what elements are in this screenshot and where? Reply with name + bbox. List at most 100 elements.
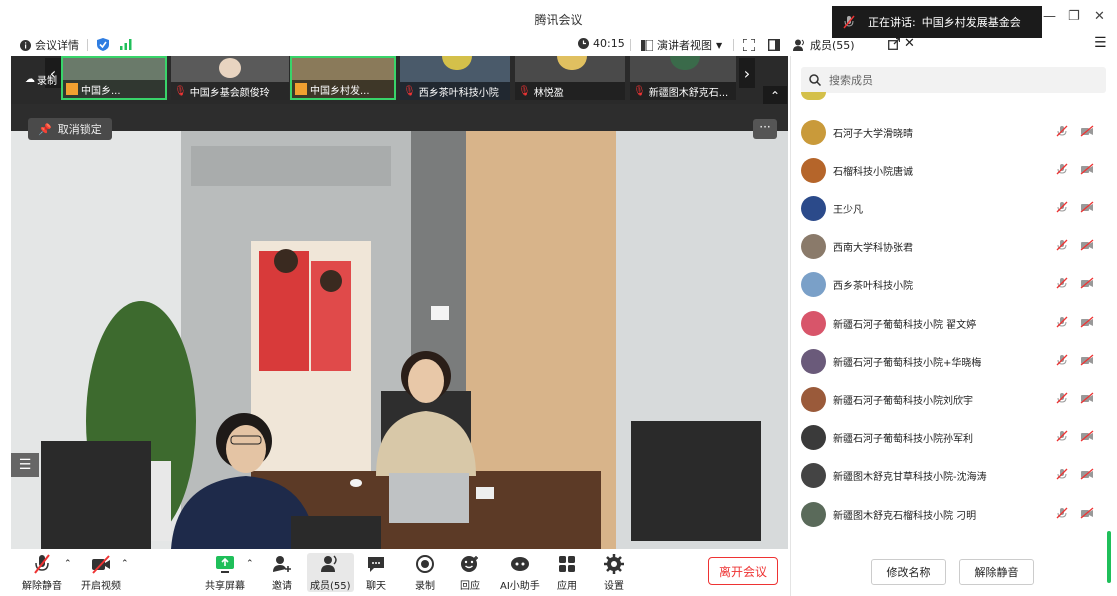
info-icon [20,39,31,51]
video-off-icon[interactable] [1080,430,1094,445]
thumbnail-label: 中国乡基会颜俊玲 [189,87,270,99]
unmute-button[interactable]: 解除静音 [22,553,62,592]
share-label: 共享屏幕 [205,581,245,592]
thumbnail[interactable]: 🎙 西乡茶叶科技小院 [400,56,510,100]
muted-mic-icon[interactable] [1056,354,1068,369]
chevron-up-icon[interactable]: ⌃ [121,559,129,569]
member-list: 石河子大学滑晓晴 石榴科技小院唐诚 王少凡 西南大学科协张君 西乡茶叶科技小院 新疆石河子… [791,92,1117,546]
member-row[interactable]: 新疆石河子葡萄科技小院 翟文婷 [791,304,1111,342]
apps-button[interactable]: 应用 [556,553,578,592]
sidebar-toggle-icon[interactable] [768,39,780,51]
video-off-icon[interactable] [1080,354,1094,369]
chevron-up-icon[interactable]: ⌃ [64,559,72,569]
unlock-button[interactable]: 📌 取消锁定 [28,118,112,140]
video-off-icon[interactable] [1080,316,1094,331]
members-icon [793,39,804,51]
video-top-bar [11,104,788,131]
close-icon[interactable]: ✕ [1094,9,1105,24]
muted-mic-icon[interactable] [1056,163,1068,178]
more-options-button[interactable]: ··· [753,119,777,139]
view-switch-button[interactable]: 演讲者视图 ▼ [641,37,722,53]
member-row[interactable]: 新疆石河子葡萄科技小院+华晓梅 [791,342,1111,380]
reactions-button[interactable]: 回应 [459,553,481,592]
thumbnail[interactable]: 🎙 中国乡基会颜俊玲 [171,56,289,100]
muted-mic-icon[interactable] [1056,316,1068,331]
divider [733,39,734,51]
signal-strength-icon[interactable] [120,39,132,50]
record-button[interactable]: 录制 [414,553,436,592]
list-toggle-icon[interactable]: ☰ [11,453,39,477]
thumbs-next-icon[interactable]: › [739,58,755,88]
thumbnail[interactable]: 🎙 林悦盈 [515,56,625,100]
member-row[interactable]: 王少凡 [791,189,1111,227]
pin-icon: 📌 [38,122,52,136]
member-row[interactable]: 西乡茶叶科技小院 [791,266,1111,304]
thumbnail[interactable]: 中国乡村发... [290,56,396,100]
avatar [66,83,78,95]
rename-button[interactable]: 修改名称 [871,559,946,585]
member-list-scrollbar[interactable] [1107,531,1111,583]
cloud-record-icon: ☁ [25,74,35,85]
gear-icon [604,554,624,574]
thumbnail[interactable]: 中国乡... [61,56,167,100]
members-button[interactable]: 成员(55) [307,553,354,592]
meeting-details-button[interactable]: 会议详情 [20,37,79,53]
security-shield-icon[interactable] [97,38,109,51]
muted-mic-icon[interactable] [1056,392,1068,407]
muted-mic-icon: 🎙 [518,85,531,97]
avatar [801,501,826,527]
collapse-thumbs-icon[interactable]: ⌃ [763,86,787,106]
member-row[interactable]: 新疆石河子葡萄科技小院刘欣宇 [791,380,1111,418]
popout-icon[interactable] [888,38,900,50]
restore-icon[interactable]: ❐ [1068,9,1080,24]
muted-mic-icon[interactable] [1056,468,1068,483]
leave-meeting-button[interactable]: 离开会议 [708,557,778,585]
avatar [801,157,826,183]
unmute-label: 解除静音 [22,581,62,592]
video-off-icon[interactable] [1080,392,1094,407]
member-search-input[interactable]: 搜索成员 [801,67,1106,93]
members-header-label: 成员(55) [810,39,855,52]
share-screen-button[interactable]: 共享屏幕 [205,553,245,592]
chat-button[interactable]: 聊天 [365,553,387,592]
main-video-feed [11,131,788,549]
speaking-label: 正在讲话: [868,16,916,29]
video-off-icon[interactable] [1080,125,1094,140]
muted-mic-icon[interactable] [1056,277,1068,292]
fullscreen-icon[interactable] [743,39,755,51]
reactions-icon [461,556,478,572]
start-video-button[interactable]: 开启视频 [81,553,121,592]
invite-button[interactable]: 邀请 [271,553,293,592]
member-row[interactable]: 新疆图木舒克甘草科技小院-沈海涛 [791,457,1111,495]
muted-mic-icon[interactable] [1056,507,1068,522]
apps-label: 应用 [557,581,577,592]
avatar [801,234,826,260]
video-off-icon[interactable] [1080,468,1094,483]
chat-icon [368,557,384,572]
muted-mic-icon[interactable] [1056,201,1068,216]
member-row[interactable]: 新疆图木舒克石榴科技小院 刁明 [791,495,1111,533]
panel-unmute-button[interactable]: 解除静音 [959,559,1034,585]
chevron-up-icon[interactable]: ⌃ [246,559,254,569]
settings-button[interactable]: 设置 [603,553,625,592]
video-off-icon[interactable] [1080,201,1094,216]
member-row[interactable]: 新疆石河子葡萄科技小院孙军利 [791,419,1111,457]
member-row[interactable]: 西南大学科协张君 [791,228,1111,266]
muted-mic-icon[interactable] [1056,125,1068,140]
speaker-view-icon [641,39,653,51]
muted-mic-icon[interactable] [1056,430,1068,445]
thumbnail-strip: ‹ 中国乡... 🎙 中国乡基会颜俊玲 中国乡村发... 🎙 西乡茶叶科技小院 🎙 林… [11,56,788,104]
menu-icon[interactable]: ☰ [1094,35,1107,51]
thumbnail[interactable]: 🎙 新疆图木舒克石... [630,56,736,100]
member-row[interactable]: 石榴科技小院唐诚 [791,151,1111,189]
video-off-icon[interactable] [1080,277,1094,292]
panel-close-icon[interactable]: ✕ [904,36,915,51]
member-row[interactable]: 石河子大学滑晓晴 [791,113,1111,151]
ai-assistant-button[interactable]: AI小助手 [500,553,540,592]
video-off-icon[interactable] [1080,239,1094,254]
video-off-icon[interactable] [1080,163,1094,178]
muted-mic-icon: 🎙 [403,85,416,97]
minimize-icon[interactable]: — [1043,9,1056,24]
video-off-icon[interactable] [1080,507,1094,522]
muted-mic-icon[interactable] [1056,239,1068,254]
